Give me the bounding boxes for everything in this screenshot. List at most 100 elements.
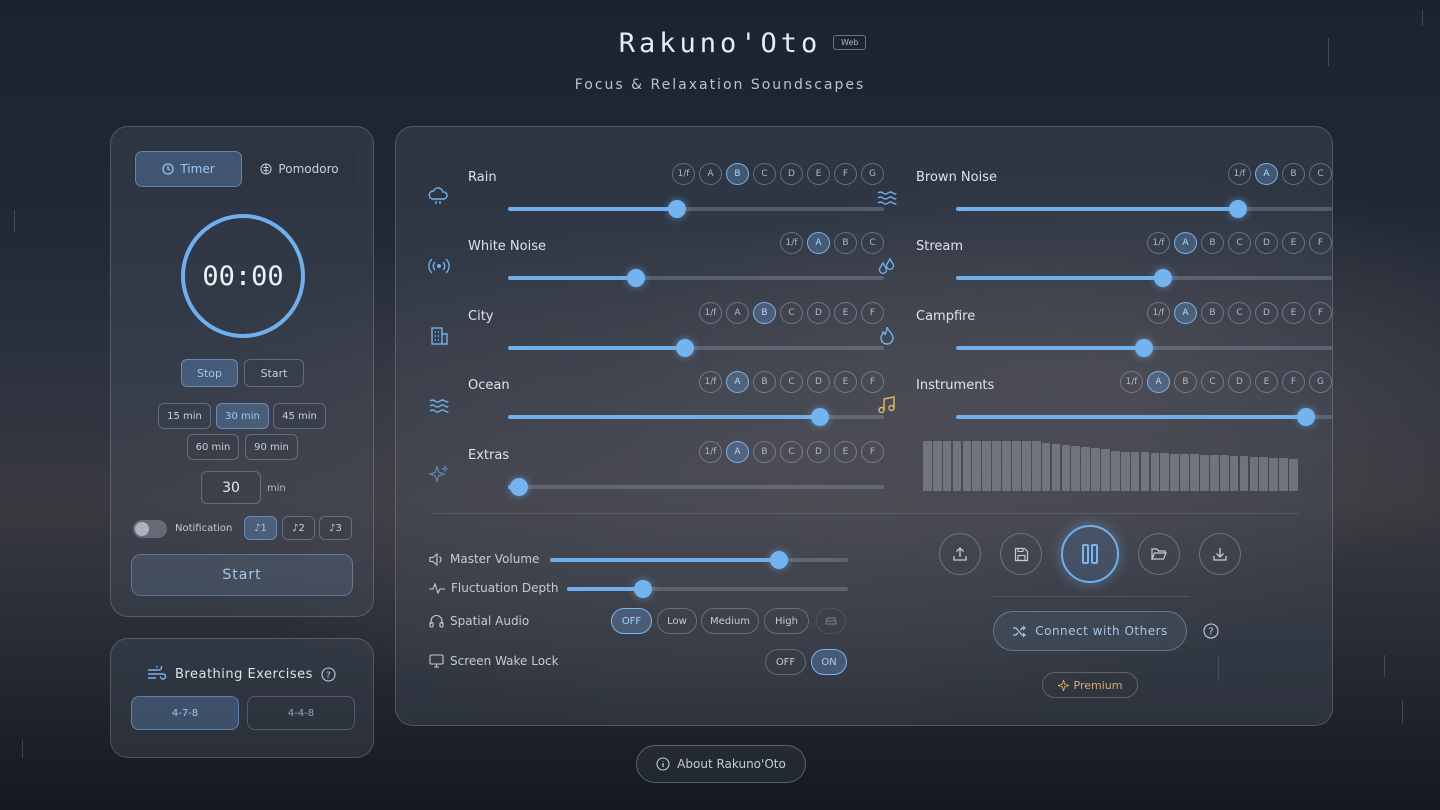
channel-volume-slider[interactable] bbox=[508, 478, 884, 496]
variant-button-f[interactable]: F bbox=[861, 441, 884, 463]
master-volume-thumb[interactable] bbox=[770, 551, 789, 569]
breathing-448-button[interactable]: 4-4-8 bbox=[247, 696, 355, 730]
variant-button-b[interactable]: B bbox=[1174, 371, 1197, 393]
channel-volume-slider[interactable] bbox=[508, 269, 884, 287]
tab-timer[interactable]: Timer bbox=[135, 151, 242, 187]
variant-button-1f[interactable]: 1/f bbox=[1120, 371, 1143, 393]
variant-button-c[interactable]: C bbox=[1228, 232, 1251, 254]
variant-button-1f[interactable]: 1/f bbox=[1147, 302, 1170, 324]
sound-1-button[interactable]: ♪1 bbox=[244, 516, 277, 540]
variant-button-d[interactable]: D bbox=[1255, 302, 1278, 324]
connect-help-icon[interactable]: ? bbox=[1203, 623, 1219, 639]
variant-button-a[interactable]: A bbox=[726, 371, 749, 393]
download-button[interactable] bbox=[1199, 533, 1241, 575]
variant-button-a[interactable]: A bbox=[699, 163, 722, 185]
variant-button-e[interactable]: E bbox=[834, 371, 857, 393]
help-icon[interactable]: ? bbox=[321, 666, 336, 682]
variant-button-1f[interactable]: 1/f bbox=[672, 163, 695, 185]
pause-button[interactable] bbox=[1061, 525, 1119, 583]
variant-button-d[interactable]: D bbox=[1255, 232, 1278, 254]
variant-button-1f[interactable]: 1/f bbox=[1147, 232, 1170, 254]
preset-30-button[interactable]: 30 min bbox=[216, 403, 269, 429]
about-button[interactable]: About Rakuno'Oto bbox=[636, 745, 806, 783]
channel-volume-slider[interactable] bbox=[956, 339, 1332, 357]
variant-button-b[interactable]: B bbox=[753, 371, 776, 393]
variant-button-f[interactable]: F bbox=[1309, 232, 1332, 254]
channel-volume-slider[interactable] bbox=[956, 408, 1332, 426]
variant-button-f[interactable]: F bbox=[834, 163, 857, 185]
variant-button-b[interactable]: B bbox=[1282, 163, 1305, 185]
variant-button-f[interactable]: F bbox=[1282, 371, 1305, 393]
sound-3-button[interactable]: ♪3 bbox=[319, 516, 352, 540]
channel-volume-thumb[interactable] bbox=[668, 200, 687, 218]
variant-button-c[interactable]: C bbox=[1309, 163, 1332, 185]
wake-on-button[interactable]: ON bbox=[811, 649, 847, 675]
notification-toggle[interactable] bbox=[133, 520, 167, 538]
preset-90-button[interactable]: 90 min bbox=[245, 434, 298, 460]
channel-volume-thumb[interactable] bbox=[1153, 269, 1172, 287]
variant-button-d[interactable]: D bbox=[780, 163, 803, 185]
channel-volume-thumb[interactable] bbox=[811, 408, 830, 426]
connect-button[interactable]: Connect with Others bbox=[993, 611, 1187, 651]
channel-volume-thumb[interactable] bbox=[1135, 339, 1153, 357]
variant-button-a[interactable]: A bbox=[1174, 302, 1197, 324]
stop-button[interactable]: Stop bbox=[181, 359, 238, 387]
breathing-478-button[interactable]: 4-7-8 bbox=[131, 696, 239, 730]
preset-60-button[interactable]: 60 min bbox=[187, 434, 239, 460]
channel-volume-thumb[interactable] bbox=[1296, 408, 1315, 426]
variant-button-1f[interactable]: 1/f bbox=[699, 441, 722, 463]
variant-button-e[interactable]: E bbox=[834, 441, 857, 463]
variant-button-c[interactable]: C bbox=[780, 441, 803, 463]
variant-button-d[interactable]: D bbox=[807, 371, 830, 393]
channel-volume-slider[interactable] bbox=[508, 339, 884, 357]
tab-pomodoro[interactable]: Pomodoro bbox=[246, 151, 353, 187]
variant-button-b[interactable]: B bbox=[726, 163, 749, 185]
variant-button-d[interactable]: D bbox=[807, 441, 830, 463]
wake-off-button[interactable]: OFF bbox=[765, 649, 806, 675]
variant-button-f[interactable]: F bbox=[1309, 302, 1332, 324]
channel-volume-thumb[interactable] bbox=[626, 269, 645, 287]
preset-15-button[interactable]: 15 min bbox=[158, 403, 211, 429]
variant-button-b[interactable]: B bbox=[1201, 232, 1224, 254]
variant-button-1f[interactable]: 1/f bbox=[699, 371, 722, 393]
master-volume-slider[interactable] bbox=[550, 551, 848, 569]
start-small-button[interactable]: Start bbox=[244, 359, 304, 387]
channel-volume-thumb[interactable] bbox=[510, 478, 529, 496]
variant-button-b[interactable]: B bbox=[753, 302, 776, 324]
timer-start-button[interactable]: Start bbox=[131, 554, 353, 596]
variant-button-1f[interactable]: 1/f bbox=[699, 302, 722, 324]
save-button[interactable] bbox=[1000, 533, 1042, 575]
variant-button-a[interactable]: A bbox=[726, 441, 749, 463]
spatial-low-button[interactable]: Low bbox=[657, 608, 697, 634]
preset-45-button[interactable]: 45 min bbox=[273, 403, 326, 429]
variant-button-b[interactable]: B bbox=[1201, 302, 1224, 324]
channel-volume-slider[interactable] bbox=[508, 200, 884, 218]
variant-button-a[interactable]: A bbox=[726, 302, 749, 324]
channel-volume-thumb[interactable] bbox=[1229, 200, 1247, 218]
fluctuation-thumb[interactable] bbox=[633, 580, 652, 598]
channel-volume-slider[interactable] bbox=[508, 408, 884, 426]
custom-minutes-input[interactable]: 30 bbox=[201, 471, 261, 504]
variant-button-1f[interactable]: 1/f bbox=[1228, 163, 1251, 185]
variant-button-b[interactable]: B bbox=[753, 441, 776, 463]
variant-button-c[interactable]: C bbox=[753, 163, 776, 185]
variant-button-c[interactable]: C bbox=[780, 302, 803, 324]
variant-button-a[interactable]: A bbox=[1174, 232, 1197, 254]
spatial-medium-button[interactable]: Medium bbox=[701, 608, 759, 634]
open-preset-button[interactable] bbox=[1138, 533, 1180, 575]
variant-button-e[interactable]: E bbox=[1255, 371, 1278, 393]
variant-button-c[interactable]: C bbox=[1201, 371, 1224, 393]
spatial-settings-button[interactable] bbox=[816, 608, 846, 634]
variant-button-d[interactable]: D bbox=[1228, 371, 1251, 393]
variant-button-1f[interactable]: 1/f bbox=[780, 232, 803, 254]
fluctuation-slider[interactable] bbox=[567, 580, 848, 598]
variant-button-c[interactable]: C bbox=[780, 371, 803, 393]
spatial-off-button[interactable]: OFF bbox=[611, 608, 652, 634]
variant-button-a[interactable]: A bbox=[807, 232, 830, 254]
variant-button-d[interactable]: D bbox=[807, 302, 830, 324]
spatial-high-button[interactable]: High bbox=[764, 608, 809, 634]
premium-button[interactable]: Premium bbox=[1042, 672, 1138, 698]
variant-button-e[interactable]: E bbox=[834, 302, 857, 324]
variant-button-a[interactable]: A bbox=[1147, 371, 1170, 393]
variant-button-c[interactable]: C bbox=[1228, 302, 1251, 324]
